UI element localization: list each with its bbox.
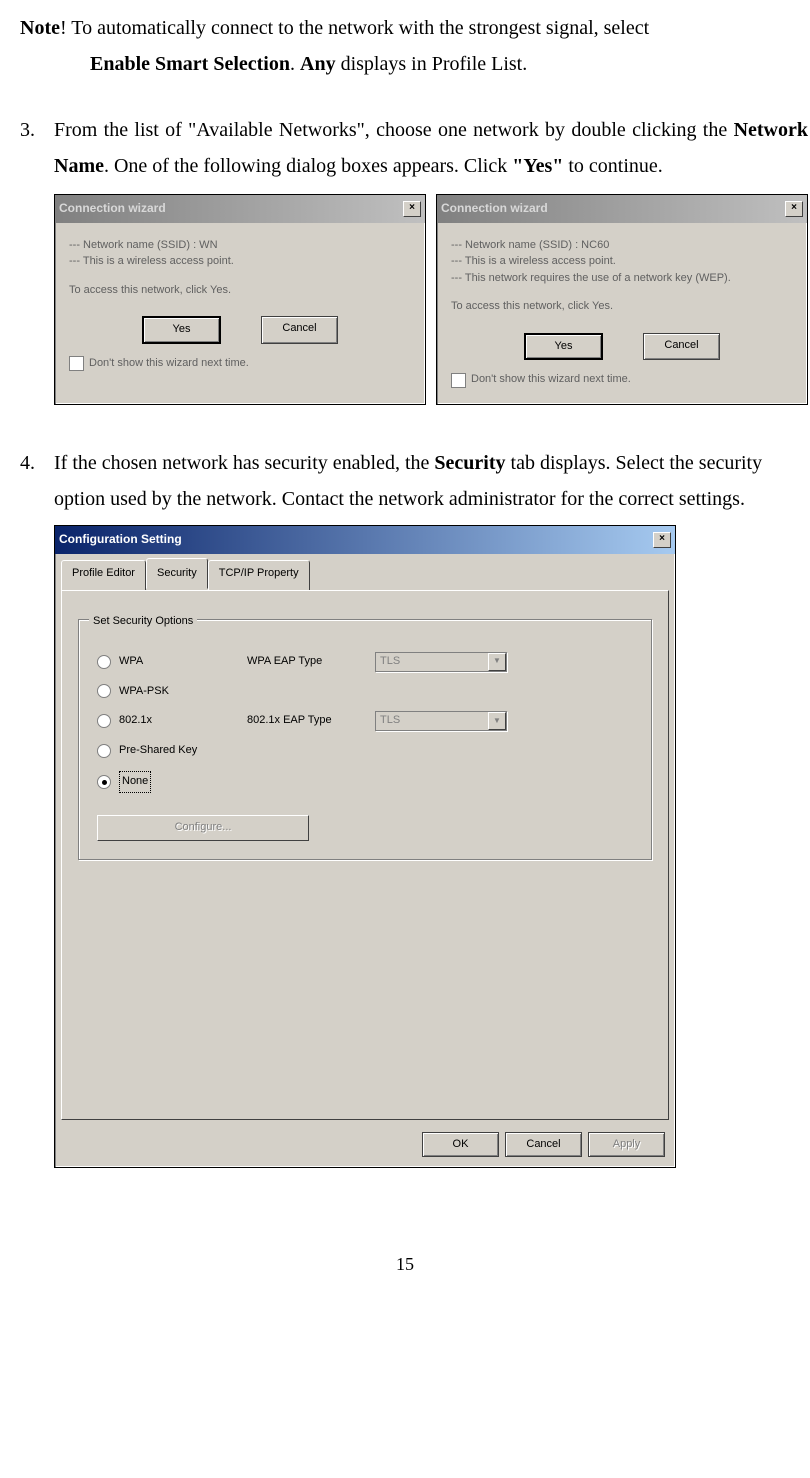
dont-show-checkbox-row: Don't show this wizard next time.	[451, 370, 793, 390]
wizard-prompt: To access this network, click Yes.	[451, 298, 793, 315]
dialog-title: Configuration Setting	[59, 529, 182, 551]
chevron-down-icon: ▼	[488, 712, 506, 730]
step3-text-b: . One of the following dialog boxes appe…	[104, 155, 512, 177]
close-icon[interactable]: ×	[653, 532, 671, 548]
cancel-button[interactable]: Cancel	[643, 333, 720, 361]
wpa-eap-type-label: WPA EAP Type	[247, 652, 367, 672]
security-bold: Security	[434, 452, 505, 474]
radio-8021x[interactable]	[97, 714, 111, 728]
tab-security[interactable]: Security	[146, 558, 208, 589]
tab-profile-editor[interactable]: Profile Editor	[61, 560, 146, 590]
step-body: From the list of "Available Networks", c…	[54, 112, 808, 435]
note-block: Note! To automatically connect to the ne…	[20, 10, 790, 82]
combo-value: TLS	[380, 711, 400, 731]
security-options-group: Set Security Options WPA WPA EAP Type TL…	[78, 619, 652, 860]
radio-row-8021x: 802.1x 802.1x EAP Type TLS ▼	[97, 711, 633, 731]
dialog-button-row: OK Cancel Apply	[55, 1126, 675, 1168]
radio-label: WPA-PSK	[119, 682, 239, 702]
configuration-setting-dialog: Configuration Setting × Profile Editor S…	[54, 525, 676, 1168]
step3-text-a: From the list of "Available Networks", c…	[54, 119, 734, 141]
note-text-1: ! To automatically connect to the networ…	[60, 17, 649, 39]
radio-row-wpa: WPA WPA EAP Type TLS ▼	[97, 652, 633, 672]
checkbox-label: Don't show this wizard next time.	[471, 370, 631, 390]
radio-label: Pre-Shared Key	[119, 741, 239, 761]
step4-text-a: If the chosen network has security enabl…	[54, 452, 434, 474]
radio-label: None	[119, 771, 239, 793]
combo-value: TLS	[380, 652, 400, 672]
step-number: 3.	[20, 112, 54, 435]
step-body: If the chosen network has security enabl…	[54, 445, 790, 1168]
checkbox[interactable]	[69, 356, 84, 371]
8021x-eap-type-label: 802.1x EAP Type	[247, 711, 367, 731]
dialog-title: Connection wizard	[59, 198, 166, 220]
enable-smart-selection: Enable Smart Selection	[90, 53, 290, 75]
dont-show-checkbox-row: Don't show this wizard next time.	[69, 354, 411, 374]
note-text-end: displays in Profile List.	[336, 53, 528, 75]
wizard-line-ap: --- This is a wireless access point.	[69, 253, 411, 270]
dialog-body: --- Network name (SSID) : WN --- This is…	[55, 223, 425, 388]
button-row: Yes Cancel	[451, 333, 793, 361]
connection-wizard-dialog-2: Connection wizard × --- Network name (SS…	[436, 194, 808, 405]
ok-button[interactable]: OK	[422, 1132, 499, 1158]
yes-bold: "Yes"	[512, 155, 563, 177]
groupbox-label: Set Security Options	[89, 612, 197, 632]
cancel-button[interactable]: Cancel	[261, 316, 338, 344]
step-3: 3. From the list of "Available Networks"…	[20, 112, 790, 435]
chevron-down-icon: ▼	[488, 653, 506, 671]
page-number: 15	[20, 1248, 790, 1280]
wizard-line-wep: --- This network requires the use of a n…	[451, 270, 793, 287]
wizard-line-ssid: --- Network name (SSID) : WN	[69, 237, 411, 254]
note-label: Note	[20, 17, 60, 39]
checkbox[interactable]	[451, 373, 466, 388]
yes-button[interactable]: Yes	[142, 316, 221, 344]
radio-pre-shared-key[interactable]	[97, 744, 111, 758]
step-number: 4.	[20, 445, 54, 1168]
connection-wizard-dialog-1: Connection wizard × --- Network name (SS…	[54, 194, 426, 405]
configure-button[interactable]: Configure...	[97, 815, 309, 841]
title-bar: Connection wizard ×	[437, 195, 807, 223]
tab-row: Profile Editor Security TCP/IP Property	[55, 554, 675, 590]
radio-label: 802.1x	[119, 711, 239, 731]
close-icon[interactable]: ×	[785, 201, 803, 217]
cancel-button[interactable]: Cancel	[505, 1132, 582, 1158]
step3-text-c: to continue.	[563, 155, 662, 177]
radio-none[interactable]	[97, 775, 111, 789]
wizard-line-ssid: --- Network name (SSID) : NC60	[451, 237, 793, 254]
yes-button[interactable]: Yes	[524, 333, 603, 361]
radio-row-psk: Pre-Shared Key	[97, 741, 633, 761]
radio-wpa[interactable]	[97, 655, 111, 669]
dialog-title: Connection wizard	[441, 198, 548, 220]
note-line-2: Enable Smart Selection. Any displays in …	[20, 46, 790, 82]
security-tab-panel: Set Security Options WPA WPA EAP Type TL…	[61, 590, 669, 1120]
wpa-eap-type-combo[interactable]: TLS ▼	[375, 652, 507, 672]
note-text-mid: .	[290, 53, 300, 75]
title-bar: Configuration Setting ×	[55, 526, 675, 554]
button-row: Yes Cancel	[69, 316, 411, 344]
wizard-line-ap: --- This is a wireless access point.	[451, 253, 793, 270]
dialog-body: --- Network name (SSID) : NC60 --- This …	[437, 223, 807, 405]
title-bar: Connection wizard ×	[55, 195, 425, 223]
8021x-eap-type-combo[interactable]: TLS ▼	[375, 711, 507, 731]
close-icon[interactable]: ×	[403, 201, 421, 217]
checkbox-label: Don't show this wizard next time.	[89, 354, 249, 374]
radio-row-wpa-psk: WPA-PSK	[97, 682, 633, 702]
any-label: Any	[300, 53, 336, 75]
radio-label: WPA	[119, 652, 239, 672]
radio-wpa-psk[interactable]	[97, 684, 111, 698]
wizard-prompt: To access this network, click Yes.	[69, 282, 411, 299]
radio-row-none: None	[97, 771, 633, 793]
none-label-dotted: None	[119, 771, 151, 793]
wizard-dialogs-row: Connection wizard × --- Network name (SS…	[54, 194, 808, 405]
apply-button[interactable]: Apply	[588, 1132, 665, 1158]
tab-tcpip[interactable]: TCP/IP Property	[208, 560, 310, 590]
step-4: 4. If the chosen network has security en…	[20, 445, 790, 1168]
